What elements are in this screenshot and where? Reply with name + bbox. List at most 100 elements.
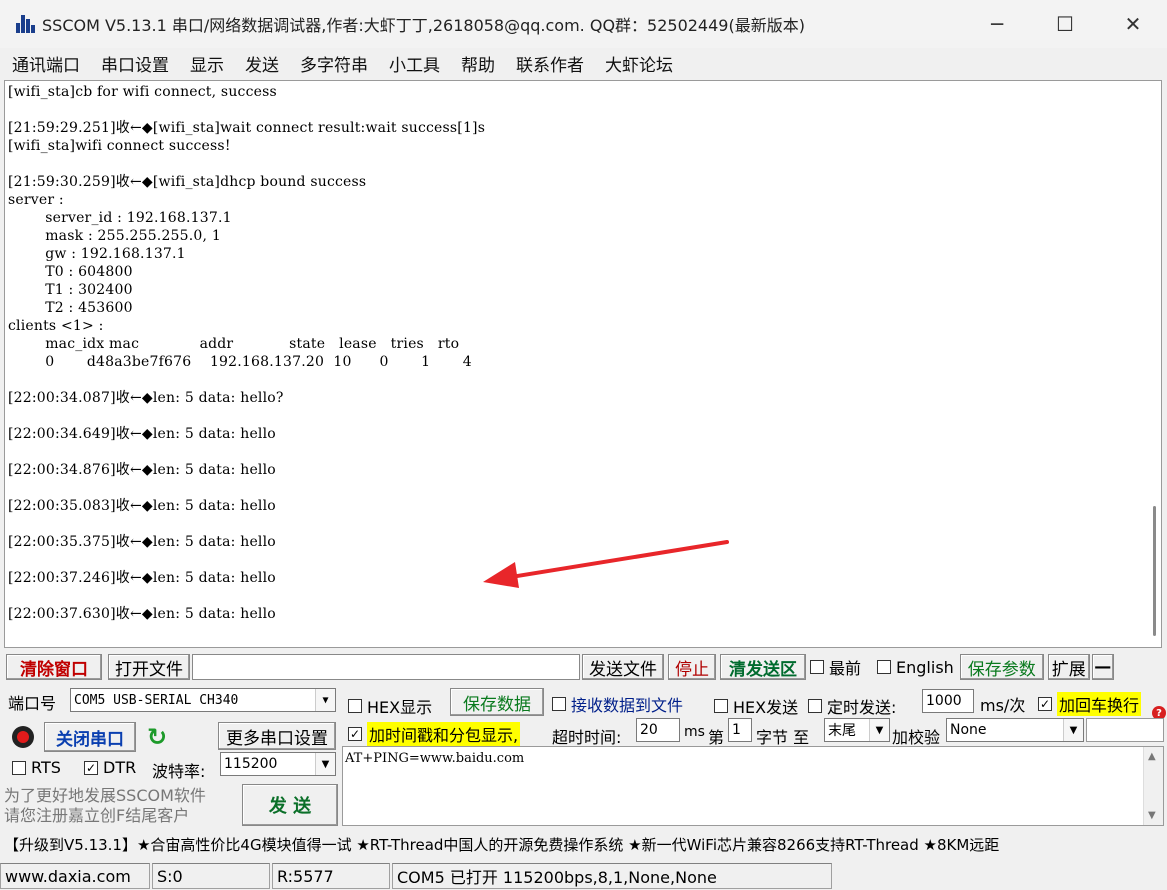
menu-tools[interactable]: 小工具 <box>389 51 440 76</box>
maximize-icon[interactable]: ☐ <box>1031 0 1099 48</box>
promo-text[interactable]: 为了更好地发展SSCOM软件 请您注册嘉立创F结尾客户 <box>4 786 206 826</box>
nth-label: 第 <box>708 728 725 747</box>
interval-input[interactable]: 1000 <box>922 689 974 713</box>
byte-to-label: 字节 至 <box>756 728 810 747</box>
receive-line: gw : 192.168.137.1 <box>8 246 186 262</box>
menu-forum[interactable]: 大虾论坛 <box>605 51 673 76</box>
menu-send[interactable]: 发送 <box>245 51 279 76</box>
receive-line: [21:59:29.251]收←◆[wifi_sta]wait connect … <box>8 120 486 136</box>
add-crlf-label: 加回车换行 <box>1057 692 1142 716</box>
save-data-button[interactable]: 保存数据 <box>450 688 544 716</box>
receive-line: [wifi_sta]wifi connect success! <box>8 138 231 154</box>
send-file-button[interactable]: 发送文件 <box>582 654 664 680</box>
scroll-up-icon[interactable]: ▲ <box>1148 751 1156 762</box>
hex-send-checkbox[interactable]: HEX发送 <box>714 694 798 718</box>
english-checkbox[interactable]: English <box>877 658 954 677</box>
topmost-checkbox[interactable]: 最前 <box>810 655 861 679</box>
clear-window-button[interactable]: 清除窗口 <box>6 654 102 680</box>
menu-serial-settings[interactable]: 串口设置 <box>101 51 169 76</box>
end-select[interactable]: 末尾 ▼ <box>824 718 890 742</box>
dtr-checkbox[interactable]: ✓ DTR <box>84 758 136 777</box>
send-text-area[interactable]: AT+PING=www.baidu.com ▲ ▼ <box>342 746 1164 826</box>
start-byte-input[interactable]: 1 <box>728 718 752 742</box>
promo-line-2: 请您注册嘉立创F结尾客户 <box>4 806 190 825</box>
receive-line: 0 d48a3be7f676 192.168.137.20 10 0 1 4 <box>8 354 472 370</box>
recv-to-file-checkbox[interactable]: 接收数据到文件 <box>552 692 683 716</box>
port-select[interactable]: COM5 USB-SERIAL CH340 ▼ <box>70 688 336 712</box>
receive-line: [22:00:37.630]收←◆len: 5 data: hello <box>8 606 276 622</box>
checksum-result-field[interactable] <box>1086 718 1164 742</box>
hex-display-checkbox[interactable]: HEX显示 <box>348 694 432 718</box>
receive-line: [22:00:35.375]收←◆len: 5 data: hello <box>8 534 276 550</box>
menu-contact-author[interactable]: 联系作者 <box>516 51 584 76</box>
chevron-down-icon[interactable]: ▼ <box>869 719 889 741</box>
checkbox-box[interactable] <box>877 660 892 674</box>
clear-send-button[interactable]: 清发送区 <box>720 654 806 680</box>
timeout-label: 超时时间: <box>552 728 622 747</box>
close-port-button[interactable]: 关闭串口 <box>44 722 136 752</box>
chevron-down-icon[interactable]: ▼ <box>315 689 335 711</box>
checkmark-icon[interactable]: ✓ <box>84 760 98 775</box>
timestamp-checkbox[interactable]: ✓ 加时间戳和分包显示, <box>348 722 521 746</box>
checkbox-box[interactable] <box>348 699 362 713</box>
news-ticker[interactable]: 【升级到V5.13.1】★合宙高性价比4G模块值得一试 ★RT-Thread中国… <box>4 830 1166 858</box>
baud-select[interactable]: 115200 ▼ <box>220 752 336 776</box>
more-serial-settings-button[interactable]: 更多串口设置 <box>218 722 336 750</box>
checkbox-box[interactable] <box>12 760 26 775</box>
checkbox-box[interactable] <box>810 660 824 674</box>
checkmark-icon[interactable]: ✓ <box>348 727 362 741</box>
hex-display-label: HEX显示 <box>367 698 433 717</box>
menu-help[interactable]: 帮助 <box>461 51 495 76</box>
send-text: AT+PING=www.baidu.com <box>345 751 525 766</box>
receive-line <box>8 101 485 119</box>
menu-display[interactable]: 显示 <box>190 51 224 76</box>
checksum-select[interactable]: None ▼ <box>946 718 1084 742</box>
stop-button[interactable]: 停止 <box>668 654 716 680</box>
title-bar: SSCOM V5.13.1 串口/网络数据调试器,作者:大虾丁丁,2618058… <box>0 0 1167 48</box>
file-path-input[interactable] <box>192 654 580 680</box>
receive-scrollbar[interactable] <box>1147 81 1161 647</box>
timed-send-checkbox[interactable]: 定时发送: <box>808 694 896 718</box>
timeout-value: 20 <box>640 722 658 738</box>
chevron-down-icon[interactable]: ▼ <box>315 753 335 775</box>
receive-line <box>8 371 485 389</box>
scroll-thumb[interactable] <box>1153 506 1156 636</box>
receive-line: [wifi_sta]cb for wifi connect, success <box>8 84 277 100</box>
menu-multi-string[interactable]: 多字符串 <box>300 51 368 76</box>
send-button[interactable]: 发 送 <box>242 784 338 826</box>
expand-button[interactable]: 扩展 <box>1047 654 1090 680</box>
sscom-app-icon <box>14 13 36 35</box>
baud-label: 波特率: <box>152 762 206 781</box>
close-icon[interactable]: ✕ <box>1099 0 1167 48</box>
open-file-button[interactable]: 打开文件 <box>108 654 190 680</box>
hex-send-label: HEX发送 <box>733 698 799 717</box>
receive-line: [22:00:37.246]收←◆len: 5 data: hello <box>8 570 276 586</box>
timestamp-label: 加时间戳和分包显示, <box>367 722 521 746</box>
receive-line <box>8 587 485 605</box>
checkbox-box[interactable] <box>552 697 566 711</box>
rts-label: RTS <box>31 758 61 777</box>
chevron-down-icon[interactable]: ▼ <box>1063 719 1083 741</box>
menu-comm-port[interactable]: 通讯端口 <box>12 51 80 76</box>
receive-line <box>8 155 485 173</box>
receive-line: mac_idx mac addr state lease tries rto <box>8 336 460 352</box>
timed-send-label: 定时发送: <box>827 698 897 717</box>
baud-value: 115200 <box>224 756 278 772</box>
collapse-button[interactable]: — <box>1091 654 1114 680</box>
receive-line <box>8 443 485 461</box>
add-crlf-checkbox[interactable]: ✓ 加回车换行 <box>1038 692 1142 716</box>
scroll-down-icon[interactable]: ▼ <box>1148 810 1156 821</box>
rts-checkbox[interactable]: RTS <box>12 758 61 777</box>
checkbox-box[interactable] <box>808 699 822 713</box>
refresh-icon[interactable]: ↻ <box>142 722 172 752</box>
website-link[interactable]: www.daxia.com <box>0 863 150 889</box>
port-status-led-icon <box>12 726 34 748</box>
checkmark-icon[interactable]: ✓ <box>1038 697 1052 711</box>
receive-text-area[interactable]: [wifi_sta]cb for wifi connect, success [… <box>4 80 1162 648</box>
minimize-icon[interactable]: ─ <box>963 0 1031 48</box>
send-scrollbar[interactable]: ▲ ▼ <box>1143 747 1163 825</box>
save-params-button[interactable]: 保存参数 <box>959 654 1044 680</box>
timeout-input[interactable]: 20 <box>636 718 680 742</box>
recv-to-file-label: 接收数据到文件 <box>571 696 684 715</box>
checkbox-box[interactable] <box>714 699 728 713</box>
